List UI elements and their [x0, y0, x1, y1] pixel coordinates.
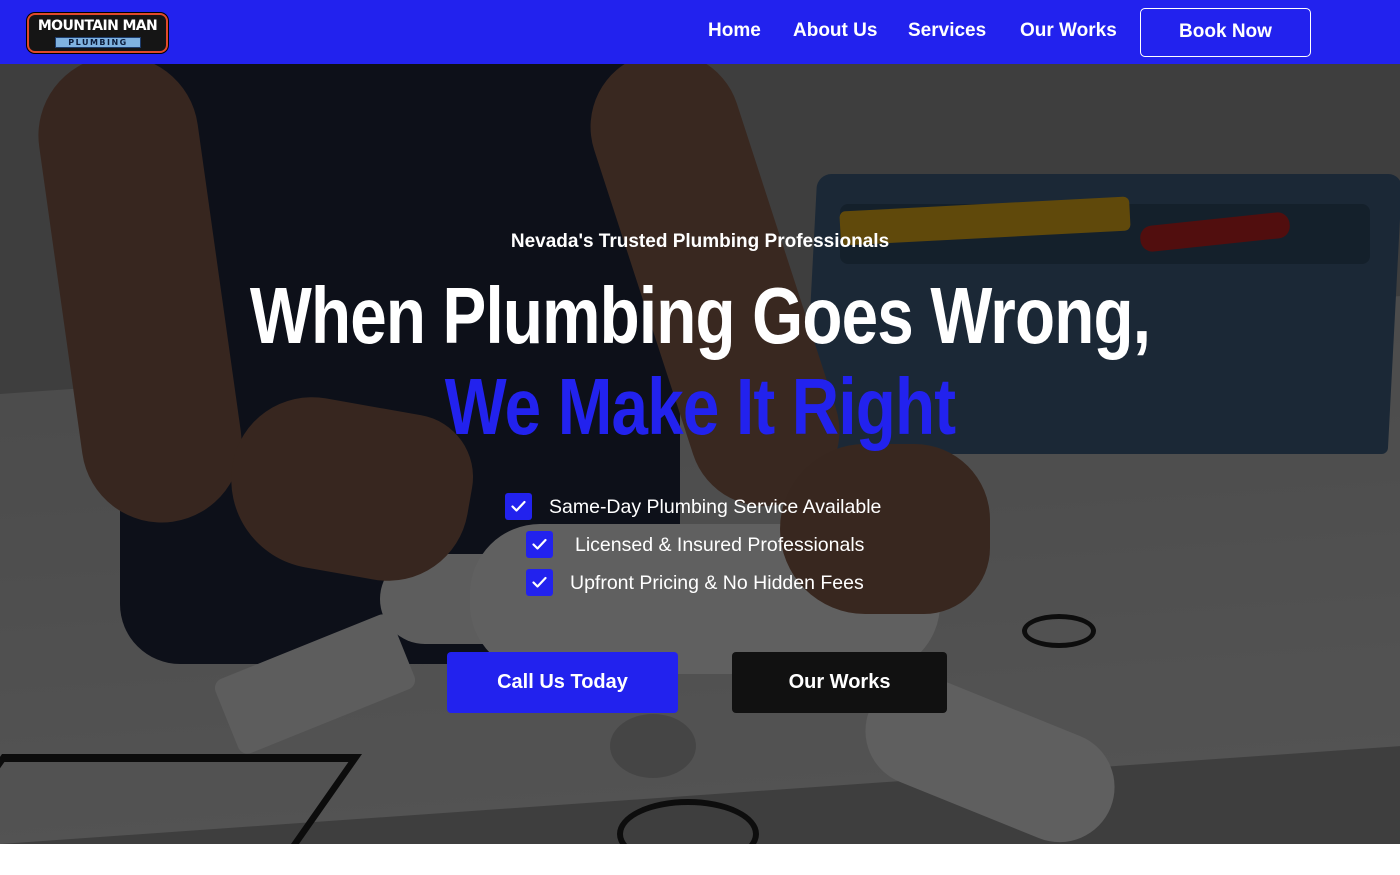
check-icon: [526, 531, 553, 558]
checklist-item: Licensed & Insured Professionals: [526, 531, 886, 559]
check-icon: [505, 493, 532, 520]
our-works-button[interactable]: Our Works: [732, 652, 947, 713]
top-navbar: MOUNTAIN MAN PLUMBING Home About Us Serv…: [0, 0, 1400, 64]
hero-section: Nevada's Trusted Plumbing Professionals …: [0, 64, 1400, 844]
book-now-button[interactable]: Book Now: [1140, 8, 1311, 57]
checklist-item: Upfront Pricing & No Hidden Fees: [526, 569, 886, 597]
hero-headline-accent: We Make It Right: [444, 362, 956, 451]
logo-subtitle: PLUMBING: [55, 37, 141, 48]
nav-link-services[interactable]: Services: [908, 19, 986, 43]
checklist-text: Upfront Pricing & No Hidden Fees: [570, 572, 864, 594]
hero-tagline: Nevada's Trusted Plumbing Professionals: [510, 231, 890, 252]
logo-wordmark: MOUNTAIN MAN: [37, 18, 158, 34]
nav-link-about-us[interactable]: About Us: [793, 19, 877, 43]
brand-logo[interactable]: MOUNTAIN MAN PLUMBING: [27, 13, 168, 53]
nav-link-home[interactable]: Home: [708, 19, 761, 43]
nav-link-our-works[interactable]: Our Works: [1020, 19, 1117, 43]
checklist-text: Licensed & Insured Professionals: [575, 534, 865, 556]
check-icon: [526, 569, 553, 596]
next-section-edge: [0, 844, 1400, 875]
hero-headline: When Plumbing Goes Wrong,: [249, 271, 1151, 360]
hero-dark-overlay: [0, 64, 1400, 844]
checklist-item: Same-Day Plumbing Service Available: [505, 493, 905, 521]
checklist-text: Same-Day Plumbing Service Available: [549, 496, 882, 518]
call-us-today-button[interactable]: Call Us Today: [447, 652, 678, 713]
